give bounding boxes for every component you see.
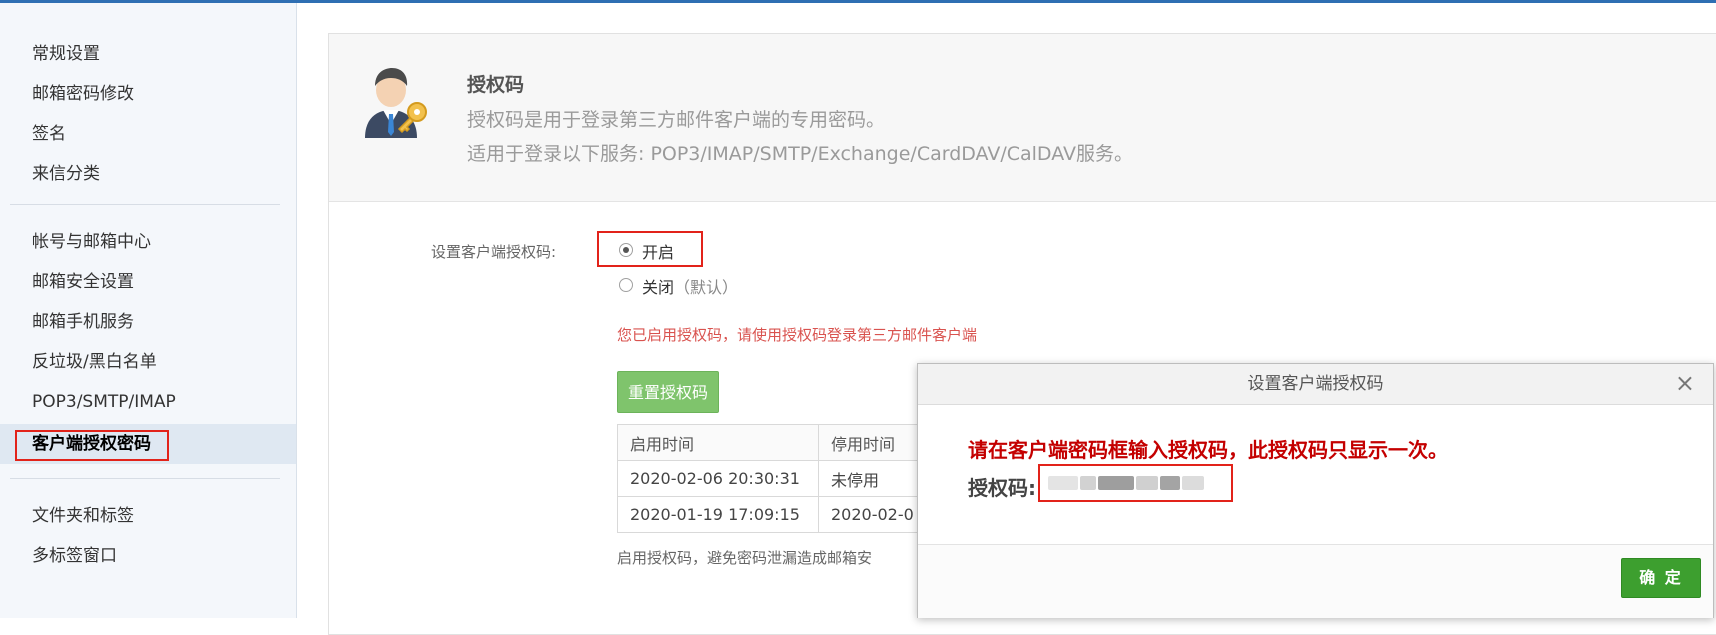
sidebar-divider [10, 204, 280, 205]
table-cell: 2020-01-19 17:09:15 [617, 496, 819, 533]
sidebar-item-label: 邮箱手机服务 [32, 312, 134, 332]
sidebar-item-label: 邮箱安全设置 [32, 272, 134, 292]
sidebar-item-label: POP3/SMTP/IMAP [32, 392, 176, 412]
sidebar-item-multi-tab[interactable]: 多标签窗口 [0, 536, 296, 576]
sidebar-item-account-center[interactable]: 帐号与邮箱中心 [0, 222, 296, 262]
sidebar-item-label: 来信分类 [32, 164, 100, 184]
reset-auth-code-button[interactable]: 重置授权码 [617, 371, 719, 413]
redacted-block [1182, 476, 1204, 490]
column-header: 启用时间 [617, 424, 819, 461]
sidebar-item-label: 多标签窗口 [32, 546, 117, 566]
redacted-block [1136, 476, 1158, 490]
radio-disable[interactable] [619, 278, 633, 292]
sidebar-item-label: 邮箱密码修改 [32, 84, 134, 104]
radio-disable-label[interactable]: 关闭（默认） [642, 274, 738, 298]
auth-services: 适用于登录以下服务: POP3/IMAP/SMTP/Exchange/CardD… [467, 143, 1134, 165]
sidebar-item-client-auth[interactable]: 客户端授权密码 [0, 424, 296, 464]
status-notice: 您已启用授权码，请使用授权码登录第三方邮件客户端 [617, 326, 978, 344]
dialog-header: 设置客户端授权码 × [918, 364, 1713, 405]
auth-code-dialog: 设置客户端授权码 × 请在客户端密码框输入授权码，此授权码只显示一次。 授权码:… [917, 363, 1714, 618]
page-title: 授权码 [467, 74, 525, 96]
sidebar-divider [10, 478, 280, 479]
sidebar-item-mobile[interactable]: 邮箱手机服务 [0, 302, 296, 342]
redacted-block [1098, 476, 1134, 490]
sidebar-item-pop3[interactable]: POP3/SMTP/IMAP [0, 382, 296, 422]
sidebar-item-label: 文件夹和标签 [32, 506, 134, 526]
auth-code-header: 授权码 授权码是用于登录第三方邮件客户端的专用密码。 适用于登录以下服务: PO… [329, 34, 1716, 202]
user-key-icon [365, 68, 427, 138]
sidebar-item-folders[interactable]: 文件夹和标签 [0, 496, 296, 536]
radio-enable[interactable] [619, 243, 633, 257]
auth-code-value [1038, 464, 1233, 502]
dialog-footer: 确 定 [918, 544, 1713, 618]
settings-sidebar: 常规设置 邮箱密码修改 签名 来信分类 帐号与邮箱中心 邮箱安全设置 邮箱手机服… [0, 3, 297, 618]
sidebar-item-password[interactable]: 邮箱密码修改 [0, 74, 296, 114]
table-cell: 2020-02-06 20:30:31 [617, 460, 819, 497]
radio-default-hint: （默认） [674, 278, 739, 297]
sidebar-item-mail-filter[interactable]: 来信分类 [0, 154, 296, 194]
radio-enable-label[interactable]: 开启 [642, 239, 674, 263]
sidebar-item-label: 常规设置 [32, 44, 100, 64]
sidebar-item-label: 客户端授权密码 [32, 434, 151, 454]
redacted-block [1048, 476, 1078, 490]
dialog-message: 请在客户端密码框输入授权码，此授权码只显示一次。 [968, 438, 1448, 462]
dialog-title: 设置客户端授权码 [1247, 374, 1384, 394]
sidebar-item-label: 签名 [32, 124, 66, 144]
redacted-block [1080, 476, 1096, 490]
sidebar-item-general[interactable]: 常规设置 [0, 34, 296, 74]
auth-description: 授权码是用于登录第三方邮件客户端的专用密码。 [467, 109, 886, 131]
sidebar-item-spam[interactable]: 反垃圾/黑白名单 [0, 342, 296, 382]
security-tip: 启用授权码，避免密码泄漏造成邮箱安 [617, 549, 873, 567]
setting-label: 设置客户端授权码: [431, 243, 557, 261]
confirm-button[interactable]: 确 定 [1621, 558, 1701, 598]
sidebar-item-signature[interactable]: 签名 [0, 114, 296, 154]
sidebar-item-security[interactable]: 邮箱安全设置 [0, 262, 296, 302]
sidebar-item-label: 帐号与邮箱中心 [32, 232, 151, 252]
auth-code-label: 授权码: [968, 476, 1036, 500]
close-icon[interactable]: × [1675, 369, 1695, 397]
radio-disable-text: 关闭 [642, 278, 675, 297]
redacted-block [1160, 476, 1180, 490]
sidebar-item-label: 反垃圾/黑白名单 [32, 352, 157, 372]
